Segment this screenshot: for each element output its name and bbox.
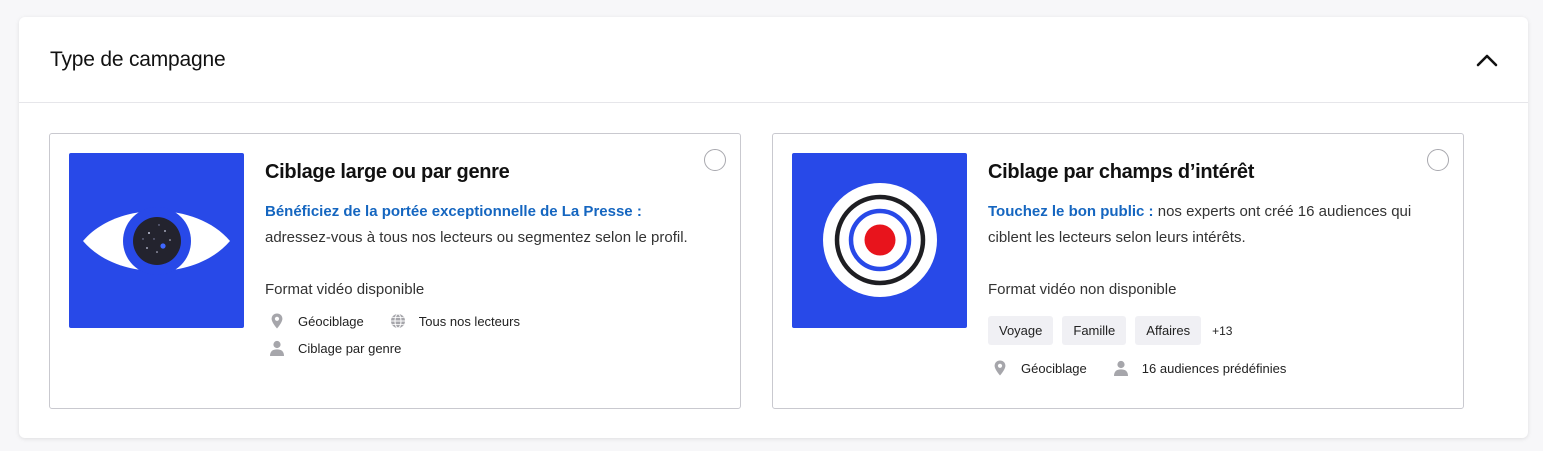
map-pin-icon: [991, 359, 1009, 377]
card-highlight: Bénéficiez de la portée exceptionnelle d…: [265, 203, 642, 220]
feature-row: Ciblage par genre: [265, 339, 700, 357]
card-title: Ciblage large ou par genre: [265, 161, 510, 183]
feature-predefined-audiences: 16 audiences prédéfinies: [1109, 359, 1287, 377]
feature-label: 16 audiences prédéfinies: [1141, 360, 1287, 376]
feature-label: Géociblage: [298, 313, 364, 329]
feature-geotargeting: Géociblage: [265, 312, 364, 330]
map-pin-icon: [268, 312, 286, 330]
card-highlight: Touchez le bon public :: [988, 203, 1154, 220]
campaign-type-panel: Type de campagne Ciblage large ou par ge…: [19, 17, 1528, 438]
globe-icon: [389, 312, 407, 330]
feature-label: Géociblage: [1021, 360, 1087, 376]
eye-illustration: [69, 153, 244, 328]
card-description: Bénéficiez de la portée exceptionnelle d…: [265, 199, 700, 251]
feature-gender-targeting: Ciblage par genre: [265, 339, 401, 357]
feature-geotargeting: Géociblage: [988, 359, 1087, 377]
card-description-text: adressez-vous à tous nos lecteurs ou seg…: [265, 229, 688, 246]
interest-tag: Famille: [1062, 316, 1127, 345]
panel-title: Type de campagne: [50, 48, 226, 71]
radio-interests[interactable]: [1427, 149, 1449, 171]
interest-tags: Voyage Famille Affaires +13: [988, 316, 1423, 345]
feature-row: Géociblage Tous nos lecteurs: [265, 312, 700, 330]
more-tags-count: +13: [1212, 323, 1233, 338]
feature-all-readers: Tous nos lecteurs: [386, 312, 520, 330]
target-illustration: [792, 153, 967, 328]
interest-tag: Voyage: [988, 316, 1054, 345]
card-description: Touchez le bon public : nos experts ont …: [988, 199, 1423, 251]
person-icon: [268, 339, 286, 357]
campaign-option-broad[interactable]: Ciblage large ou par genre Bénéficiez de…: [49, 133, 741, 409]
panel-header[interactable]: Type de campagne: [19, 17, 1528, 103]
radio-broad[interactable]: [704, 149, 726, 171]
campaign-options: Ciblage large ou par genre Bénéficiez de…: [19, 103, 1528, 437]
person-icon: [1112, 359, 1130, 377]
feature-label: Tous nos lecteurs: [418, 313, 520, 329]
feature-row: Géociblage 16 audiences prédéfinies: [988, 359, 1423, 377]
campaign-option-interests[interactable]: Ciblage par champs d’intérêt Touchez le …: [772, 133, 1464, 409]
feature-label: Ciblage par genre: [298, 340, 402, 356]
chevron-up-icon[interactable]: [1474, 47, 1500, 73]
video-format-status: Format vidéo non disponible: [988, 281, 1177, 298]
interest-tag: Affaires: [1135, 316, 1202, 345]
card-title: Ciblage par champs d’intérêt: [988, 161, 1255, 183]
video-format-status: Format vidéo disponible: [265, 281, 425, 298]
